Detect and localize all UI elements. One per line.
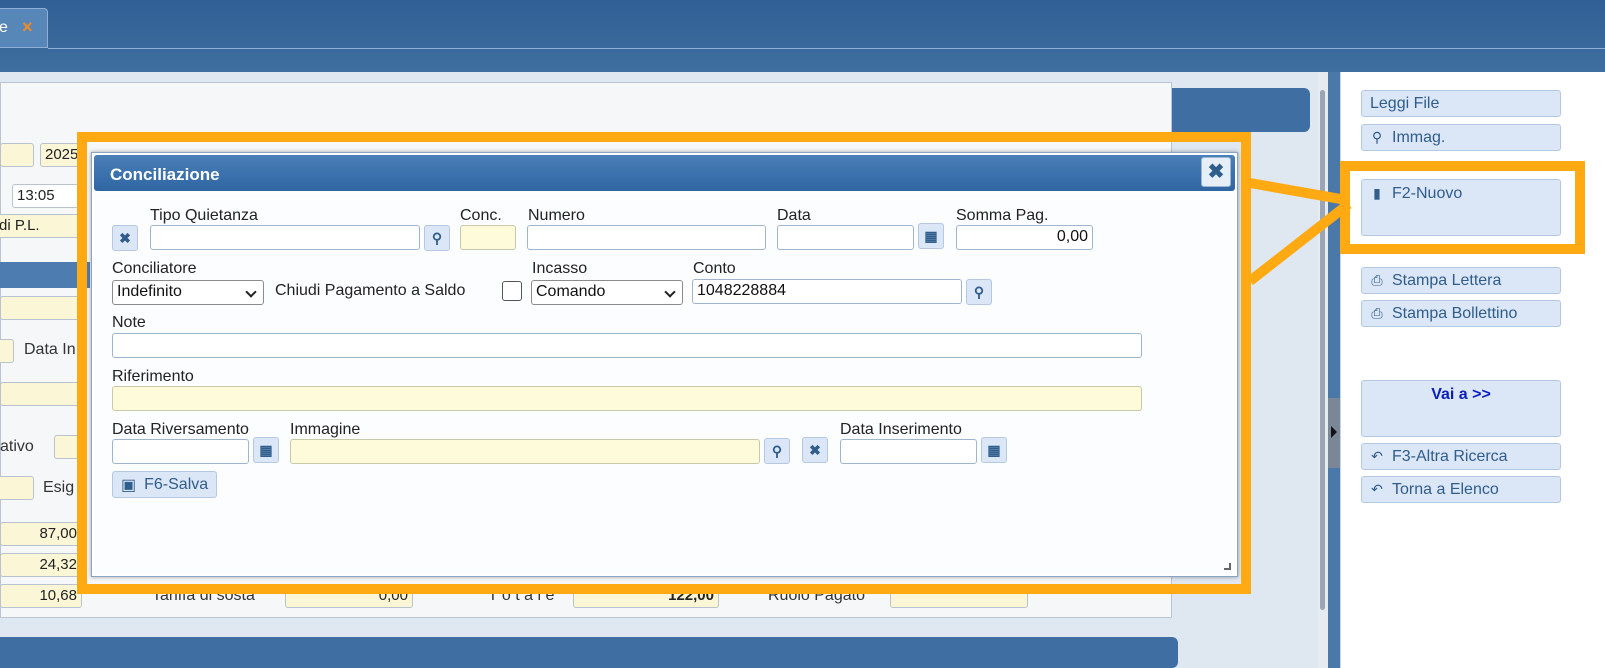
tab-divider (48, 48, 1605, 49)
bg-value-3[interactable]: 10,68 (0, 584, 82, 608)
document-tab[interactable]: e × (0, 8, 48, 48)
bg-year-field[interactable]: 2025 (40, 143, 80, 167)
top-tab-bar: e × (0, 0, 1605, 72)
stampa-lettera-button[interactable]: ⎙ Stampa Lettera (1361, 267, 1561, 294)
torna-elenco-button[interactable]: ↶ Torna a Elenco (1361, 476, 1561, 503)
torna-elenco-label: Torna a Elenco (1392, 480, 1499, 498)
bg-field[interactable] (0, 476, 34, 500)
stampa-bollettino-button[interactable]: ⎙ Stampa Bollettino (1361, 300, 1561, 327)
section-footer-bar (0, 637, 1178, 668)
f3-altra-ricerca-label: F3-Altra Ricerca (1392, 447, 1508, 465)
bg-value-2[interactable]: 24,32 (0, 553, 82, 577)
undo-arrow-icon: ↶ (1371, 448, 1383, 464)
bg-time-field[interactable]: 13:05 (12, 184, 82, 208)
stampa-lettera-label: Stampa Lettera (1392, 271, 1502, 289)
bg-value-1[interactable]: 87,00 (0, 522, 82, 546)
immag-button[interactable]: ⚲ Immag. (1361, 124, 1561, 151)
undo-arrow-icon: ↶ (1371, 481, 1383, 497)
highlight-frame-nuovo (1340, 161, 1585, 254)
vai-a-button[interactable]: Vai a >> (1361, 380, 1561, 437)
bg-field[interactable] (0, 296, 82, 320)
printer-icon: ⎙ (1371, 272, 1383, 288)
f3-altra-ricerca-button[interactable]: ↶ F3-Altra Ricerca (1361, 443, 1561, 470)
highlight-frame-dialog (77, 132, 1251, 594)
immag-label: Immag. (1392, 128, 1446, 146)
bg-ativo-label: ativo (0, 438, 34, 455)
bg-esig-label: Esig (43, 479, 75, 496)
scrollbar-thumb[interactable] (1320, 90, 1325, 610)
leggi-file-button[interactable]: Leggi File (1361, 90, 1561, 117)
bg-field[interactable] (0, 339, 14, 363)
stampa-bollettino-label: Stampa Bollettino (1392, 304, 1518, 322)
printer-icon: ⎙ (1371, 305, 1383, 321)
tab-label: e (0, 19, 8, 36)
vai-a-label: Vai a >> (1431, 386, 1491, 403)
tab-close-icon[interactable]: × (22, 17, 33, 38)
bg-field[interactable] (0, 143, 34, 167)
scrollbar[interactable] (1318, 72, 1328, 668)
search-icon: ⚲ (1371, 129, 1383, 145)
bg-field[interactable] (0, 382, 82, 406)
panel-collapse-handle[interactable] (1328, 398, 1340, 468)
bg-pl-field[interactable]: di P.L. (0, 214, 82, 238)
bg-data-label: Data In (24, 341, 76, 358)
leggi-file-label: Leggi File (1370, 94, 1440, 112)
